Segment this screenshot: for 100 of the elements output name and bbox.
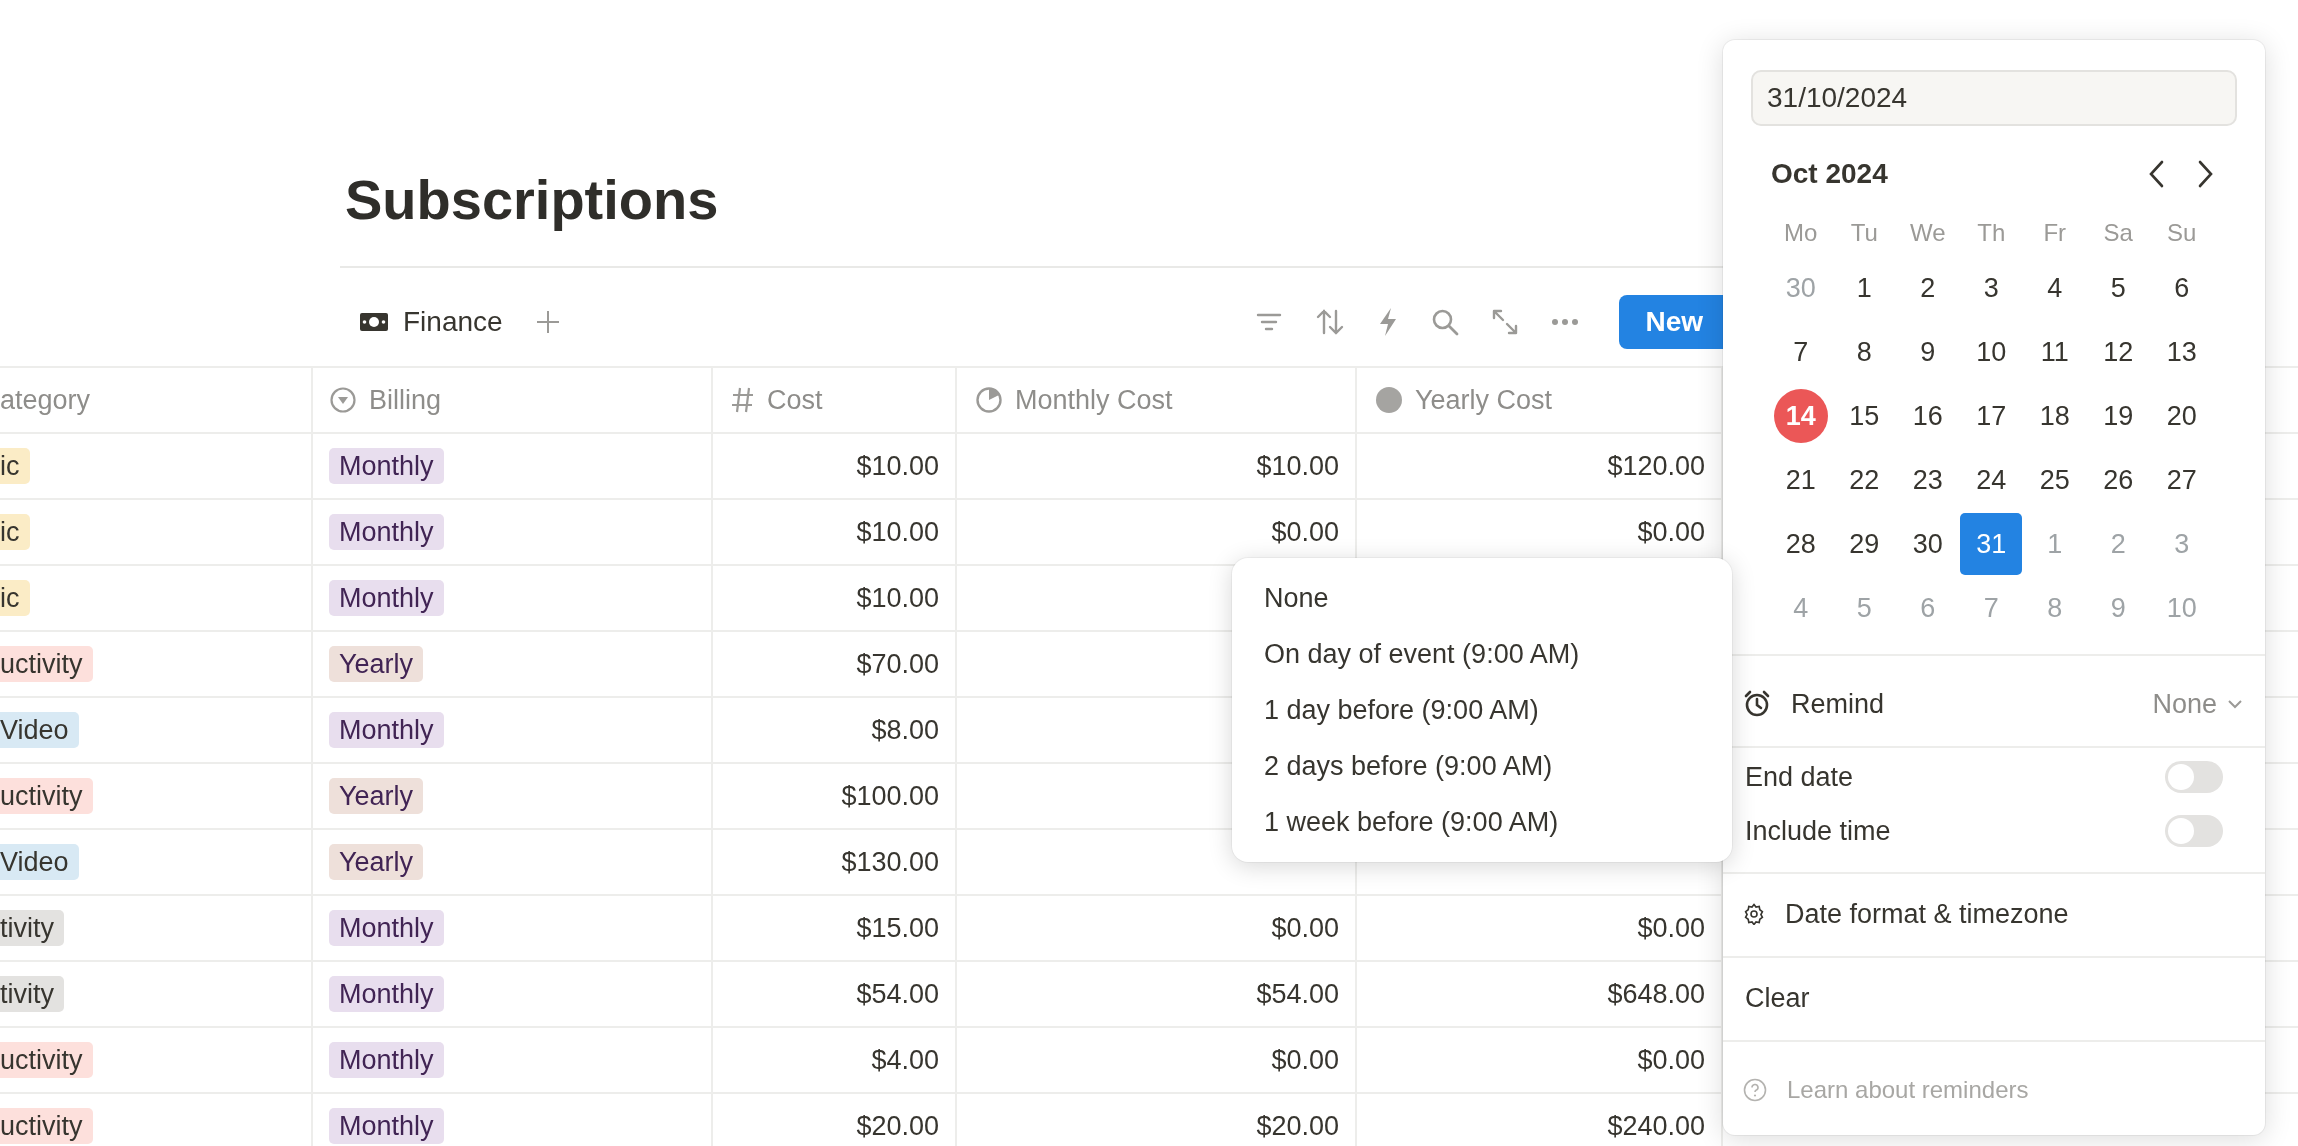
- calendar-day[interactable]: 1: [1837, 261, 1892, 315]
- date-format-link[interactable]: Date format & timezone: [1785, 898, 2069, 930]
- menu-item[interactable]: 1 week before (9:00 AM): [1232, 794, 1732, 850]
- next-month-icon[interactable]: [2197, 159, 2215, 189]
- circle-icon: [1375, 386, 1403, 414]
- view-tab[interactable]: Finance: [355, 300, 507, 344]
- table-cell: $240.00: [1607, 1110, 1705, 1142]
- table-cell: $54.00: [856, 978, 939, 1010]
- calendar-day[interactable]: 4: [2027, 261, 2082, 315]
- table-cell: $0.00: [1637, 912, 1705, 944]
- table-cell: $20.00: [856, 1110, 939, 1142]
- calendar-day[interactable]: 21: [1773, 453, 1828, 507]
- calendar-day[interactable]: 24: [1964, 453, 2019, 507]
- weekday-label: Fr: [2042, 218, 2068, 248]
- table-cell: $8.00: [871, 714, 939, 746]
- table-cell: $0.00: [1637, 1044, 1705, 1076]
- table-cell: $10.00: [856, 582, 939, 614]
- calendar-day[interactable]: 2: [1900, 261, 1955, 315]
- calendar-day[interactable]: 30: [1900, 517, 1955, 571]
- category-tag: ic: [0, 580, 30, 616]
- calendar-day[interactable]: 22: [1837, 453, 1892, 507]
- billing-tag: Monthly: [329, 1042, 444, 1078]
- menu-item[interactable]: 1 day before (9:00 AM): [1232, 682, 1732, 738]
- table-cell: $20.00: [1256, 1110, 1339, 1142]
- category-tag: ic: [0, 448, 30, 484]
- calendar-day[interactable]: 16: [1900, 389, 1955, 443]
- table-cell: $120.00: [1607, 450, 1705, 482]
- category-tag: Video: [0, 712, 79, 748]
- billing-tag: Monthly: [329, 910, 444, 946]
- table-cell: $0.00: [1271, 1044, 1339, 1076]
- alarm-clock-icon: [1743, 690, 1771, 718]
- calendar-day[interactable]: 5: [2091, 261, 2146, 315]
- billing-tag: Monthly: [329, 448, 444, 484]
- calendar-day[interactable]: 7: [1773, 325, 1828, 379]
- calendar-day[interactable]: 17: [1964, 389, 2019, 443]
- table-cell: $15.00: [856, 912, 939, 944]
- table-cell: $0.00: [1271, 516, 1339, 548]
- calendar-day[interactable]: 3: [1964, 261, 2019, 315]
- calendar-day[interactable]: 26: [2091, 453, 2146, 507]
- weekday-label: Sa: [2102, 218, 2134, 248]
- new-button[interactable]: New: [1619, 295, 1723, 349]
- category-tag: uctivity: [0, 1108, 93, 1144]
- calendar-day[interactable]: 18: [2027, 389, 2082, 443]
- weekday-label: Th: [1976, 218, 2007, 248]
- calendar-day[interactable]: 28: [1773, 517, 1828, 571]
- calendar-day[interactable]: 10: [1964, 325, 2019, 379]
- calendar-day[interactable]: 6: [2154, 261, 2209, 315]
- billing-tag: Yearly: [329, 778, 424, 814]
- menu-item[interactable]: 2 days before (9:00 AM): [1232, 738, 1732, 794]
- dropdown-property-icon: [329, 386, 357, 414]
- table-cell: $648.00: [1607, 978, 1705, 1010]
- help-icon: [1743, 1078, 1767, 1102]
- more-icon[interactable]: [1551, 318, 1580, 326]
- billing-tag: Monthly: [329, 712, 444, 748]
- weekday-label: Mo: [1783, 218, 1819, 248]
- table-cell: $54.00: [1256, 978, 1339, 1010]
- calendar-day[interactable]: 27: [2154, 453, 2209, 507]
- category-tag: ic: [0, 514, 30, 550]
- calendar-day[interactable]: 8: [1837, 325, 1892, 379]
- gear-icon: [1743, 903, 1765, 925]
- table-cell: $130.00: [841, 846, 939, 878]
- table-cell: $10.00: [856, 516, 939, 548]
- billing-tag: Monthly: [329, 514, 444, 550]
- date-input-field[interactable]: 31/10/2024: [1751, 70, 2237, 126]
- weekday-label: Su: [2166, 218, 2198, 248]
- calendar-day[interactable]: 20: [2154, 389, 2209, 443]
- clear-button[interactable]: Clear: [1745, 982, 1810, 1014]
- calendar-day[interactable]: 19: [2091, 389, 2146, 443]
- calendar-day[interactable]: 11: [2027, 325, 2082, 379]
- weekday-label: We: [1908, 218, 1947, 248]
- calendar-day[interactable]: 23: [1900, 453, 1955, 507]
- toggle-label: End date: [1745, 761, 1854, 793]
- caret-icon: [2227, 699, 2243, 709]
- billing-tag: Monthly: [329, 1108, 444, 1144]
- toggle-switch[interactable]: [2165, 761, 2223, 793]
- calendar-day[interactable]: 31: [1960, 513, 2023, 575]
- add-view-icon[interactable]: [534, 309, 561, 335]
- table-cell: $0.00: [1271, 912, 1339, 944]
- expand-icon[interactable]: [1491, 308, 1520, 336]
- calendar-day[interactable]: 15: [1837, 389, 1892, 443]
- billing-tag: Yearly: [329, 646, 424, 682]
- category-tag: uctivity: [0, 778, 93, 814]
- table-cell: $4.00: [871, 1044, 939, 1076]
- toggle-label: Include time: [1745, 815, 1891, 847]
- previous-month-icon[interactable]: [2147, 159, 2165, 189]
- search-icon[interactable]: [1431, 308, 1460, 336]
- sort-icon[interactable]: [1315, 308, 1346, 336]
- category-tag: tivity: [0, 976, 64, 1012]
- menu-item[interactable]: None: [1232, 570, 1732, 626]
- calendar-day[interactable]: 29: [1837, 517, 1892, 571]
- calendar-day[interactable]: 9: [1900, 325, 1955, 379]
- banknote-icon: [359, 311, 389, 333]
- calendar-day[interactable]: 12: [2091, 325, 2146, 379]
- remind-label: Remind: [1791, 688, 1885, 720]
- table-cell: $100.00: [841, 780, 939, 812]
- calendar-day[interactable]: 13: [2154, 325, 2209, 379]
- calendar-day[interactable]: 25: [2027, 453, 2082, 507]
- menu-item[interactable]: On day of event (9:00 AM): [1232, 626, 1732, 682]
- billing-tag: Monthly: [329, 976, 444, 1012]
- toggle-switch[interactable]: [2165, 815, 2223, 847]
